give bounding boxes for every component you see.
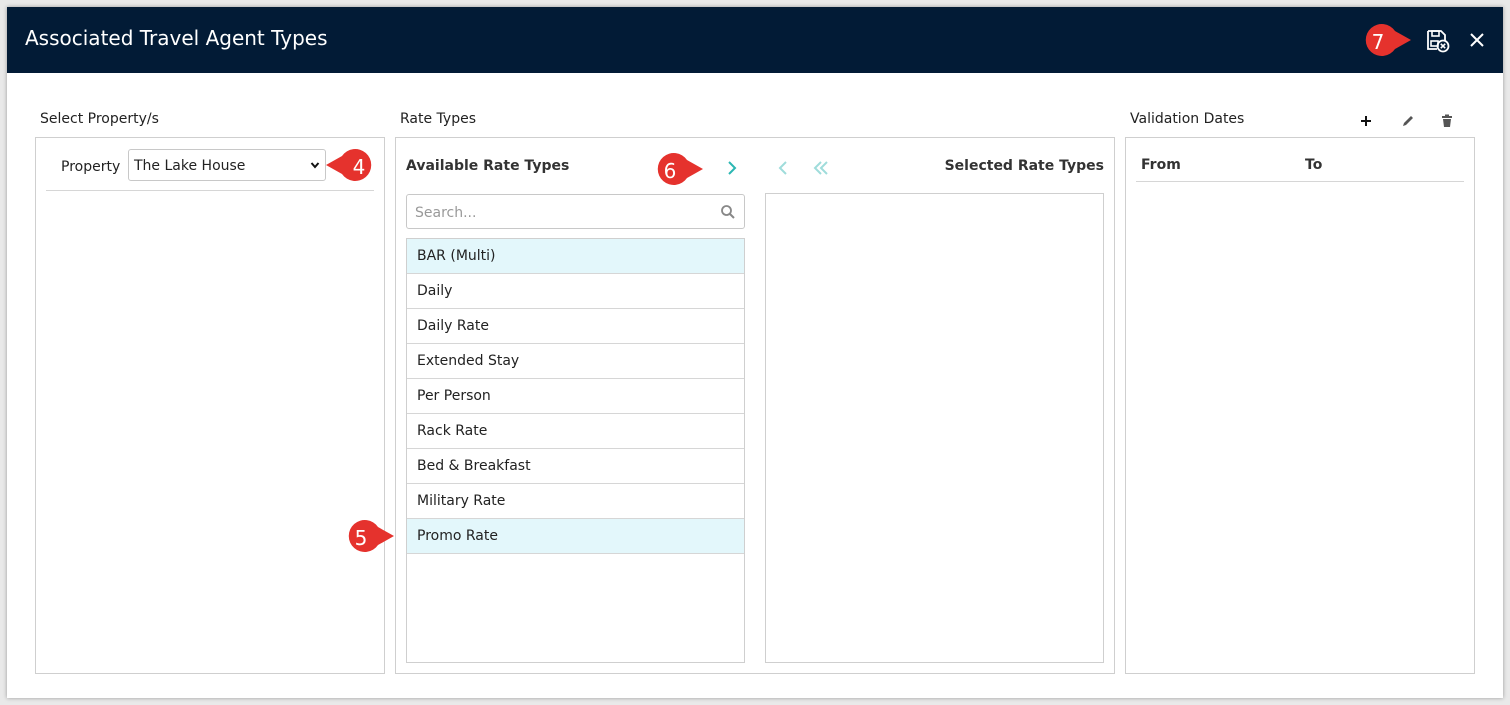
dialog-header: Associated Travel Agent Types <box>7 7 1503 73</box>
validation-dates-label: Validation Dates <box>1130 111 1245 127</box>
selected-rate-types-title: Selected Rate Types <box>944 158 1104 174</box>
validation-dates-header: From To <box>1136 149 1464 182</box>
chevron-left-icon[interactable] <box>773 158 793 178</box>
callout-7: 7 <box>1361 23 1411 57</box>
available-rate-types-title: Available Rate Types <box>406 158 570 174</box>
callout-6-number: 6 <box>663 159 677 183</box>
list-item[interactable]: Promo Rate <box>407 519 744 554</box>
dialog-title: Associated Travel Agent Types <box>25 26 328 50</box>
list-item[interactable]: Daily <box>407 274 744 309</box>
chevron-right-icon[interactable] <box>722 158 742 178</box>
save-cancel-icon[interactable] <box>1425 28 1451 54</box>
search-input[interactable]: Search... <box>406 194 745 229</box>
available-rate-types-list: BAR (Multi) Daily Daily Rate Extended St… <box>406 238 745 663</box>
list-item[interactable]: Extended Stay <box>407 344 744 379</box>
selected-rate-types-list <box>765 193 1104 663</box>
rate-types-panel: Available Rate Types Selected Rate Types… <box>395 137 1115 674</box>
close-icon[interactable] <box>1466 29 1488 51</box>
property-panel: Property The Lake House <box>35 137 385 674</box>
list-item[interactable]: Per Person <box>407 379 744 414</box>
search-icon <box>721 205 735 219</box>
associated-travel-agent-types-dialog: Associated Travel Agent Types Select Pro… <box>7 7 1503 698</box>
pencil-icon[interactable] <box>1400 113 1416 129</box>
property-label: Property <box>61 159 121 175</box>
rate-types-label: Rate Types <box>400 111 477 127</box>
list-item[interactable]: BAR (Multi) <box>407 239 744 274</box>
list-item[interactable]: Rack Rate <box>407 414 744 449</box>
property-select-value: The Lake House <box>134 158 246 174</box>
callout-4-number: 4 <box>352 155 366 179</box>
callout-5: 5 <box>344 519 394 553</box>
callout-6: 6 <box>653 152 703 186</box>
callout-4: 4 <box>326 148 376 182</box>
callout-5-number: 5 <box>354 526 368 550</box>
callout-7-number: 7 <box>1371 30 1385 54</box>
to-column-header: To <box>1305 157 1323 173</box>
from-column-header: From <box>1141 157 1181 173</box>
list-item[interactable]: Bed & Breakfast <box>407 449 744 484</box>
double-chevron-left-icon[interactable] <box>811 158 831 178</box>
property-select[interactable]: The Lake House <box>128 149 326 181</box>
search-placeholder: Search... <box>415 205 477 221</box>
trash-icon[interactable] <box>1439 113 1455 129</box>
plus-icon[interactable] <box>1358 113 1374 129</box>
list-item[interactable]: Daily Rate <box>407 309 744 344</box>
select-property-label: Select Property/s <box>40 111 159 127</box>
validation-dates-panel: From To <box>1125 137 1475 674</box>
chevron-down-icon <box>310 162 320 169</box>
list-item[interactable]: Military Rate <box>407 484 744 519</box>
property-row: Property The Lake House <box>46 149 374 191</box>
